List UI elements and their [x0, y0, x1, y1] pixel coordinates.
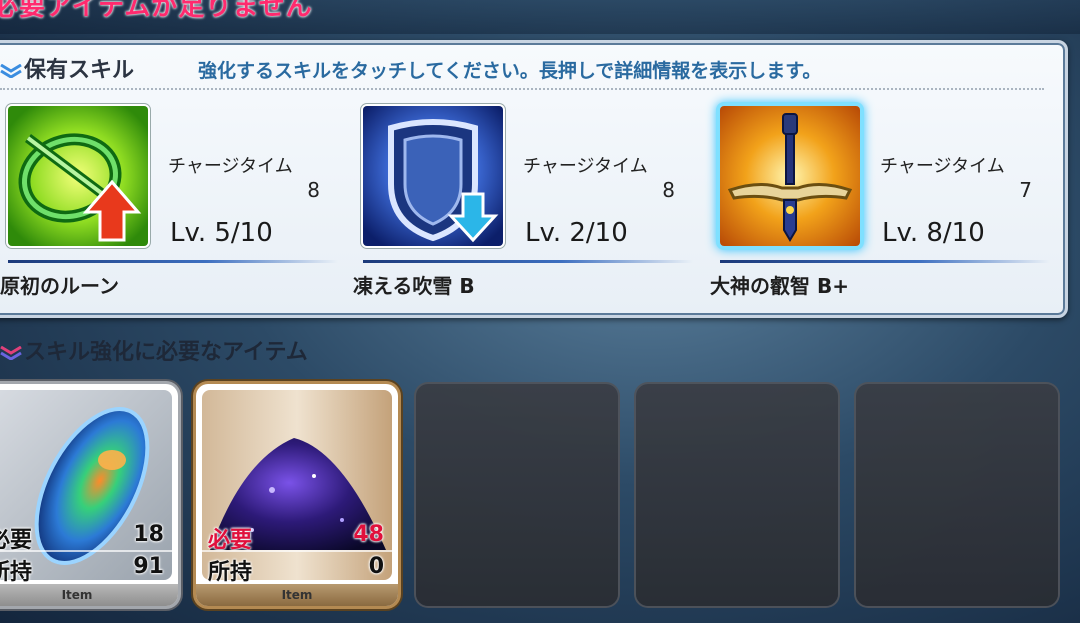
skill-card[interactable]: チャージタイム 8 Lv. 2/10 凍える吹雪 B — [353, 104, 693, 304]
chevron-down-icon — [0, 346, 22, 360]
skill-level: Lv. 2/10 — [525, 218, 628, 248]
owned-label: 所持 — [208, 560, 253, 585]
charge-time-label: チャージタイム — [523, 156, 648, 177]
rune-arrow-up-icon[interactable] — [8, 106, 148, 246]
item-footer-label: Item — [196, 584, 398, 606]
charge-time-label: チャージタイム — [880, 156, 1005, 177]
required-value: 48 — [353, 522, 384, 547]
empty-item-slot — [636, 384, 838, 606]
row-divider — [202, 550, 392, 552]
skill-underline — [720, 260, 1050, 263]
empty-item-slot — [856, 384, 1058, 606]
owned-skills-heading-label: 保有スキル — [24, 58, 135, 83]
owned-value: 91 — [133, 554, 164, 579]
skill-underline — [8, 260, 338, 263]
instruction-text: 強化するスキルをタッチしてください。長押しで詳細情報を表示します。 — [198, 60, 822, 82]
owned-skills-heading: 保有スキル — [0, 52, 134, 84]
warning-title: 必要アイテムが足りません — [0, 0, 313, 22]
charge-time-value: 7 — [1019, 178, 1032, 202]
item-footer-label: Item — [0, 584, 178, 606]
charge-time-value: 8 — [662, 178, 675, 202]
row-divider — [0, 550, 172, 552]
required-value: 18 — [133, 522, 164, 547]
owned-label: 所持 — [0, 560, 33, 585]
skill-card-selected[interactable]: チャージタイム 7 Lv. 8/10 大神の叡智 B+ — [710, 104, 1050, 304]
skill-name: 大神の叡智 B+ — [710, 274, 849, 298]
sword-icon[interactable] — [720, 106, 860, 246]
skill-card[interactable]: チャージタイム 8 Lv. 5/10 原初のルーン — [0, 104, 338, 304]
charge-time-value: 8 — [307, 178, 320, 202]
skill-name: 凍える吹雪 B — [353, 274, 475, 298]
skill-name: 原初のルーン — [0, 274, 119, 298]
owned-value: 0 — [368, 554, 384, 579]
item-slot[interactable]: 必要 18 所持 91 Item — [0, 384, 178, 606]
skill-underline — [363, 260, 693, 263]
required-items-heading-label: スキル強化に必要なアイテム — [24, 340, 308, 365]
skill-level: Lv. 5/10 — [170, 218, 273, 248]
charge-time-label: チャージタイム — [168, 156, 293, 177]
skill-level: Lv. 8/10 — [882, 218, 985, 248]
empty-item-slot — [416, 384, 618, 606]
chevron-down-icon — [0, 64, 22, 78]
required-items-heading: スキル強化に必要なアイテム — [0, 334, 308, 366]
item-slot[interactable]: 必要 48 所持 0 Item — [196, 384, 398, 606]
panel-divider — [0, 88, 1044, 90]
shield-arrow-down-icon[interactable] — [363, 106, 503, 246]
